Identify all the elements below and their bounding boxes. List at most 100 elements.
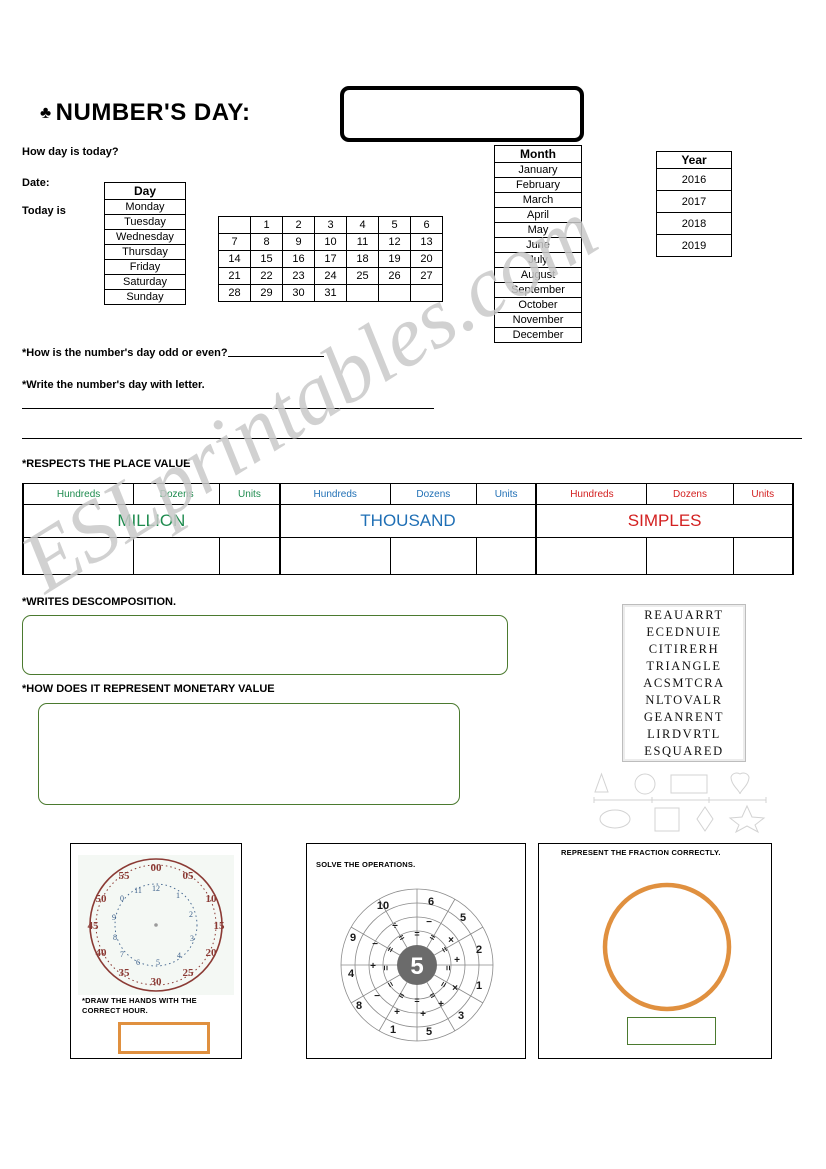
month-option-august[interactable]: August	[494, 267, 582, 283]
calendar-cell[interactable]: 30	[282, 284, 315, 302]
word-search-row: TRIANGLE	[646, 659, 722, 673]
month-option-september[interactable]: September	[494, 282, 582, 298]
pv-cell-thousand-hundreds[interactable]	[279, 537, 391, 575]
calendar-cell[interactable]: 13	[410, 233, 443, 251]
pv-cell-simples-hundreds[interactable]	[535, 537, 648, 575]
how-day-label: How day is today?	[22, 146, 119, 158]
fraction-answer-box[interactable]	[627, 1017, 716, 1045]
calendar-cell[interactable]: 29	[250, 284, 283, 302]
answer-line-1[interactable]	[22, 408, 434, 409]
day-option-sunday[interactable]: Sunday	[104, 289, 186, 305]
month-option-december[interactable]: December	[494, 327, 582, 343]
calendar-cell[interactable]: 17	[314, 250, 347, 268]
calendar-cell[interactable]: 8	[250, 233, 283, 251]
heart-icon	[730, 772, 750, 795]
day-option-monday[interactable]: Monday	[104, 199, 186, 215]
operations-wheel[interactable]: 6 5 2 1 3 5 1 8 4 9 10 − × + × + + + − +…	[337, 885, 497, 1045]
pv-cell-million-hundreds[interactable]	[22, 537, 135, 575]
calendar-cell[interactable]: 22	[250, 267, 283, 285]
day-option-thursday[interactable]: Thursday	[104, 244, 186, 260]
year-option-2016[interactable]: 2016	[656, 168, 732, 191]
month-option-november[interactable]: November	[494, 312, 582, 328]
calendar-cell[interactable]: 20	[410, 250, 443, 268]
calendar-cell[interactable]: 27	[410, 267, 443, 285]
month-option-april[interactable]: April	[494, 207, 582, 223]
calendar-cell[interactable]: 7	[218, 233, 251, 251]
month-option-march[interactable]: March	[494, 192, 582, 208]
svg-text:9: 9	[350, 932, 356, 944]
pv-cell-million-dozens[interactable]	[133, 537, 221, 575]
calendar-cell[interactable]: 6	[410, 216, 443, 234]
svg-text:1: 1	[390, 1024, 396, 1036]
year-option-2017[interactable]: 2017	[656, 190, 732, 213]
day-table-header: Day	[104, 182, 186, 200]
circle-icon	[634, 773, 656, 795]
calendar-cell[interactable]: 2	[282, 216, 315, 234]
calendar-cell[interactable]: 10	[314, 233, 347, 251]
fraction-circle[interactable]	[600, 880, 734, 1014]
svg-text:+: +	[420, 1009, 426, 1020]
calendar-cell[interactable]: 16	[282, 250, 315, 268]
svg-text:+: +	[370, 961, 376, 972]
pv-cell-million-units[interactable]	[219, 537, 281, 575]
calendar-cell[interactable]: 23	[282, 267, 315, 285]
calendar-cell[interactable]: 24	[314, 267, 347, 285]
calendar-cell[interactable]: 28	[218, 284, 251, 302]
pv-cell-simples-units[interactable]	[732, 537, 794, 575]
calendar-cell[interactable]	[410, 284, 443, 302]
answer-line-2[interactable]	[22, 438, 802, 439]
day-option-wednesday[interactable]: Wednesday	[104, 229, 186, 245]
calendar-cell[interactable]	[218, 216, 251, 234]
pv-cell-thousand-units[interactable]	[475, 537, 538, 575]
calendar-cell[interactable]: 4	[346, 216, 379, 234]
day-option-saturday[interactable]: Saturday	[104, 274, 186, 290]
pv-label-thousand-dozens: Dozens	[389, 483, 477, 505]
calendar-cell[interactable]: 21	[218, 267, 251, 285]
calendar-cell[interactable]	[378, 284, 411, 302]
odd-or-even-answer-line[interactable]	[227, 346, 324, 357]
table-row: 28 29 30 31	[218, 284, 443, 302]
month-option-may[interactable]: May	[494, 222, 582, 238]
clock-face[interactable]: 000510 152025 303540 455055 1212 345 678…	[78, 855, 234, 995]
square-icon	[654, 807, 680, 832]
calendar-cell[interactable]: 14	[218, 250, 251, 268]
today-is-label: Today is	[22, 205, 66, 217]
word-search-grid: REAUARRT ECEDNUIE CITIRERH TRIANGLE ACSM…	[622, 604, 746, 762]
calendar-cell[interactable]: 31	[314, 284, 347, 302]
day-option-tuesday[interactable]: Tuesday	[104, 214, 186, 230]
year-option-2019[interactable]: 2019	[656, 234, 732, 257]
word-search-row: CITIRERH	[648, 642, 720, 656]
day-option-friday[interactable]: Friday	[104, 259, 186, 275]
month-option-february[interactable]: February	[494, 177, 582, 193]
calendar-cell[interactable]: 5	[378, 216, 411, 234]
clock-answer-box[interactable]	[118, 1022, 210, 1054]
calendar-cell[interactable]: 9	[282, 233, 315, 251]
calendar-grid: 1 2 3 4 5 6 7 8 9 10 11 12 13 14 15 16 1…	[218, 216, 443, 302]
pv-cell-thousand-dozens[interactable]	[389, 537, 477, 575]
number-of-day-input[interactable]	[340, 86, 584, 142]
calendar-cell[interactable]: 12	[378, 233, 411, 251]
calendar-cell[interactable]: 3	[314, 216, 347, 234]
calendar-cell[interactable]: 26	[378, 267, 411, 285]
calendar-cell[interactable]: 19	[378, 250, 411, 268]
pv-group-simples: SIMPLES	[535, 504, 794, 538]
month-option-october[interactable]: October	[494, 297, 582, 313]
question-write-with-letter: *Write the number's day with letter.	[22, 379, 205, 391]
decomposition-answer-box[interactable]	[22, 615, 508, 675]
calendar-cell[interactable]: 25	[346, 267, 379, 285]
calendar-cell[interactable]: 1	[250, 216, 283, 234]
calendar-cell[interactable]	[346, 284, 379, 302]
svg-text:÷: ÷	[392, 921, 398, 932]
month-option-june[interactable]: June	[494, 237, 582, 253]
monetary-answer-box[interactable]	[38, 703, 460, 805]
word-search-row: REAUARRT	[644, 608, 724, 622]
pv-cell-simples-dozens[interactable]	[646, 537, 734, 575]
svg-text:=: =	[397, 990, 407, 1001]
calendar-cell[interactable]: 18	[346, 250, 379, 268]
pv-group-million: MILLION	[22, 504, 281, 538]
month-option-january[interactable]: January	[494, 162, 582, 178]
month-option-july[interactable]: July	[494, 252, 582, 268]
calendar-cell[interactable]: 15	[250, 250, 283, 268]
year-option-2018[interactable]: 2018	[656, 212, 732, 235]
calendar-cell[interactable]: 11	[346, 233, 379, 251]
